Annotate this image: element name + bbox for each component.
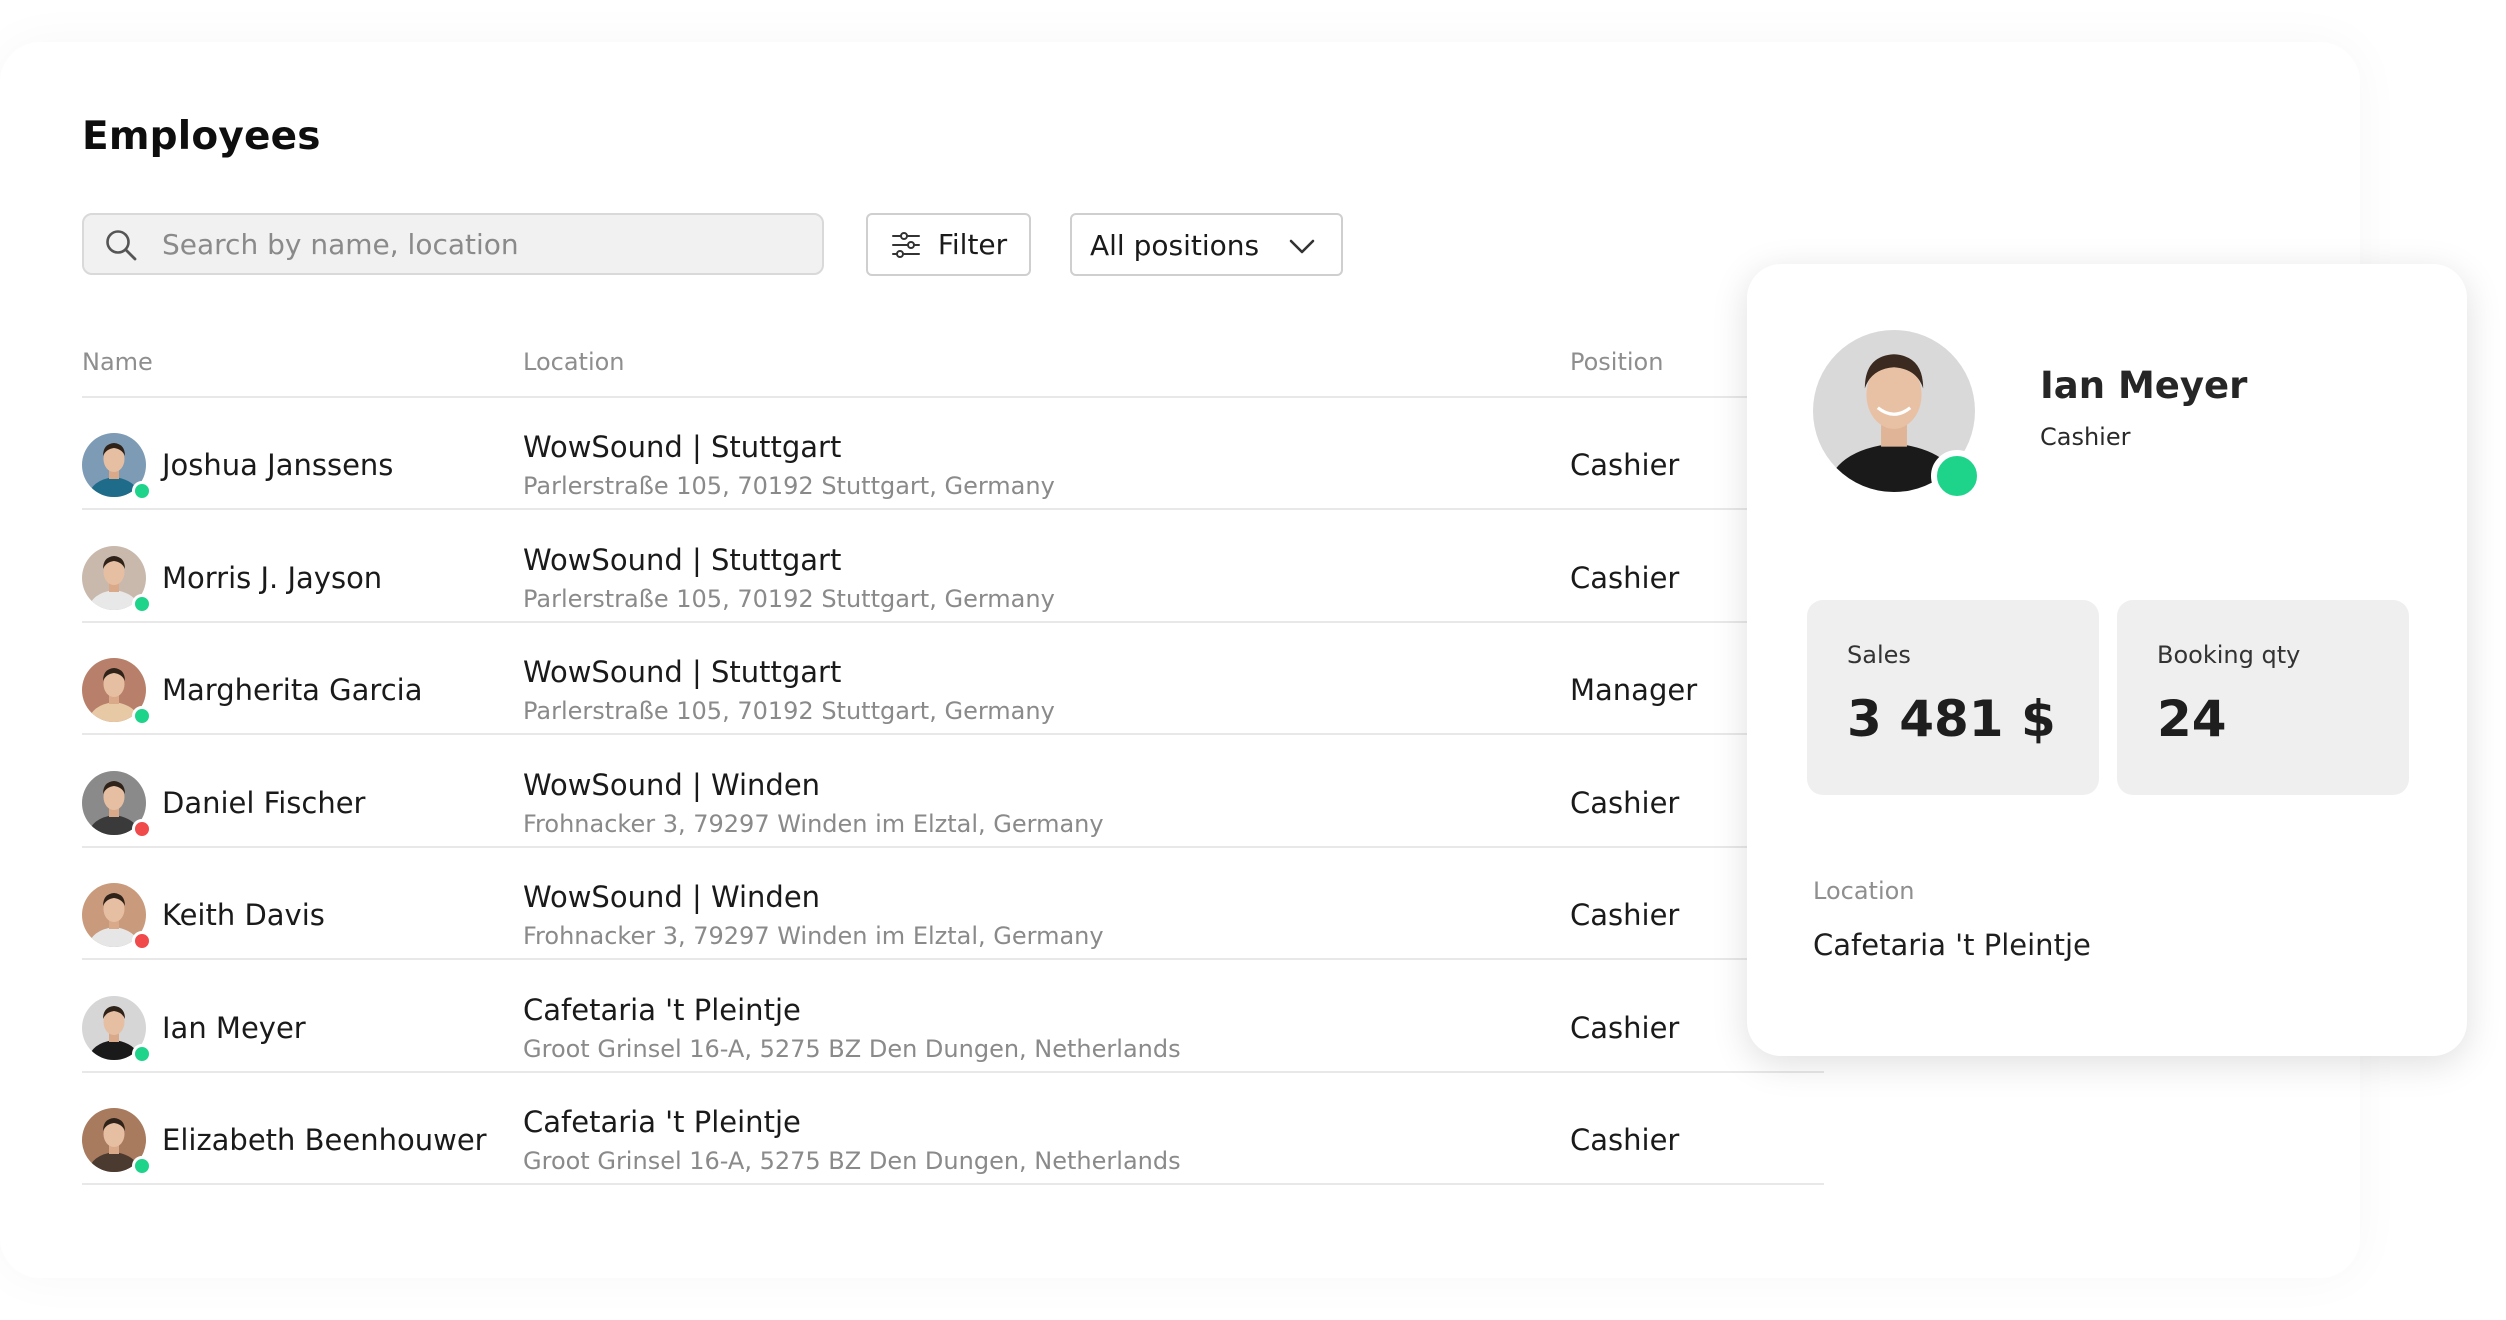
employee-position: Cashier [1570, 1010, 1680, 1045]
sliders-icon [891, 231, 920, 258]
employee-position: Manager [1570, 673, 1698, 707]
status-online-indicator [132, 1156, 152, 1176]
booking-label: Booking qty [2157, 641, 2301, 669]
booking-value: 24 [2157, 690, 2227, 748]
table-row[interactable]: Daniel Fischer WowSound | Winden Frohnacke… [82, 736, 1824, 848]
row-divider [82, 1183, 1824, 1185]
location-address: Frohnacker 3, 79297 Winden im Elztal, Ge… [523, 809, 1104, 838]
table-row[interactable]: Margherita Garcia WowSound | Stuttgart Par… [82, 623, 1824, 735]
search-input[interactable] [162, 215, 802, 273]
status-offline-indicator [132, 818, 152, 839]
employee-name[interactable]: Morris J. Jayson [162, 561, 382, 595]
location-name: Cafetaria 't Pleintje [523, 1105, 801, 1139]
positions-dropdown[interactable]: All positions [1070, 213, 1343, 276]
sales-stat-card: Sales 3 481 $ [1807, 600, 2099, 795]
filter-label: Filter [937, 228, 1008, 261]
location-address: Frohnacker 3, 79297 Winden im Elztal, Ge… [523, 922, 1104, 950]
booking-stat-card: Booking qty 24 [2117, 600, 2409, 795]
status-online-indicator [132, 706, 152, 726]
status-offline-indicator [132, 931, 152, 951]
location-name: WowSound | Stuttgart [523, 430, 842, 464]
table-row[interactable]: Keith Davis WowSound | Winden Frohnacker 3… [82, 848, 1824, 960]
employee-position: Cashier [1570, 785, 1680, 820]
detail-avatar-wrapper [1813, 330, 1983, 502]
location-address: Groot Grinsel 16-A, 5275 BZ Den Dungen, … [523, 1034, 1181, 1063]
location-name: Cafetaria 't Pleintje [523, 992, 801, 1027]
column-header-location[interactable]: Location [523, 348, 625, 376]
sales-label: Sales [1847, 641, 1911, 669]
detail-name: Ian Meyer [2040, 364, 2248, 407]
table-row[interactable]: Ian Meyer Cafetaria 't Pleintje Groot Grin… [82, 961, 1824, 1073]
avatar-wrapper [82, 658, 152, 726]
detail-status-online-indicator [1931, 450, 1983, 502]
location-name: WowSound | Winden [523, 880, 821, 914]
employee-name[interactable]: Daniel Fischer [162, 786, 365, 820]
search-box[interactable] [82, 213, 824, 275]
employee-name[interactable]: Joshua Janssens [162, 448, 393, 482]
avatar-wrapper [82, 545, 152, 614]
avatar-wrapper [82, 1108, 152, 1176]
avatar-wrapper [82, 770, 152, 839]
column-header-name[interactable]: Name [82, 348, 153, 376]
location-name: WowSound | Stuttgart [523, 655, 842, 689]
employee-position: Cashier [1570, 898, 1680, 932]
location-name: WowSound | Winden [523, 767, 821, 802]
detail-location-value: Cafetaria 't Pleintje [1813, 928, 2091, 962]
employee-name[interactable]: Keith Davis [162, 898, 325, 932]
employee-position: Cashier [1570, 448, 1680, 482]
status-online-indicator [132, 481, 152, 501]
column-header-position[interactable]: Position [1570, 348, 1663, 376]
location-address: Parlerstraße 105, 70192 Stuttgart, Germa… [523, 697, 1055, 725]
table-row[interactable]: Elizabeth Beenhouwer Cafetaria 't Pleintj… [82, 1073, 1824, 1185]
search-icon [106, 230, 137, 261]
employee-name[interactable]: Elizabeth Beenhouwer [162, 1123, 487, 1157]
avatar-wrapper [82, 883, 152, 951]
status-online-indicator [132, 1043, 152, 1064]
table-row[interactable]: Joshua Janssens WowSound | Stuttgart Parle… [82, 398, 1824, 510]
employee-position: Cashier [1570, 1123, 1680, 1157]
employee-position: Cashier [1570, 560, 1680, 595]
status-online-indicator [132, 593, 152, 614]
detail-location-label: Location [1813, 877, 1915, 905]
page-title: Employees [82, 114, 321, 159]
avatar-wrapper [82, 995, 152, 1064]
detail-role: Cashier [2040, 423, 2131, 451]
sales-value: 3 481 $ [1847, 690, 2056, 748]
employee-name[interactable]: Ian Meyer [162, 1011, 306, 1045]
location-address: Parlerstraße 105, 70192 Stuttgart, Germa… [523, 584, 1055, 613]
avatar-wrapper [82, 433, 152, 501]
positions-selected-value: All positions [1090, 229, 1260, 262]
chevron-down-icon [1289, 239, 1315, 254]
location-address: Parlerstraße 105, 70192 Stuttgart, Germa… [523, 472, 1055, 500]
table-row[interactable]: Morris J. Jayson WowSound | Stuttgart Parl… [82, 511, 1824, 623]
location-address: Groot Grinsel 16-A, 5275 BZ Den Dungen, … [523, 1147, 1181, 1175]
employee-detail-card: Ian Meyer Cashier Sales 3 481 $ Booking … [1747, 264, 2467, 1056]
employee-name[interactable]: Margherita Garcia [162, 673, 422, 707]
filter-button[interactable]: Filter [866, 213, 1031, 276]
location-name: WowSound | Stuttgart [523, 542, 842, 577]
